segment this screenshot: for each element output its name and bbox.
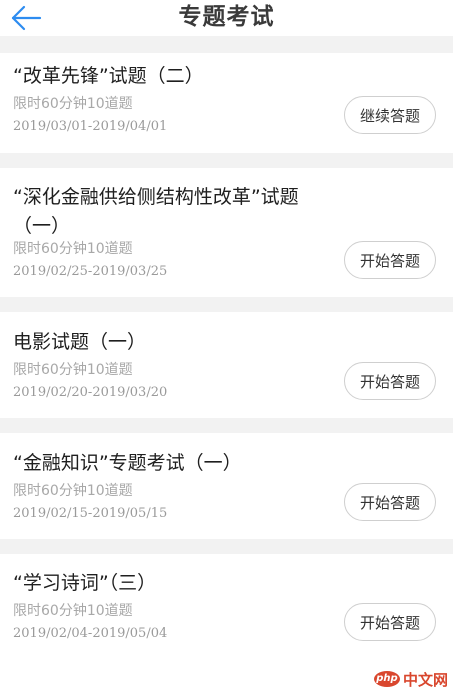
exam-card: “改革先锋”试题（二） 限时60分钟10道题 2019/03/01-2019/0… [0,53,453,153]
exam-title: “改革先锋”试题（二） [13,65,204,87]
exam-date-range: 2019/02/04-2019/05/04 [13,626,168,641]
exam-time-limit: 限时60分钟10道题 [13,483,133,499]
watermark-text: 中文网 [402,670,448,689]
exam-title: 电影试题（一） [13,331,147,353]
exam-title: “深化金融供给侧结构性改革”试题（一） [13,186,299,237]
continue-exam-button[interactable]: 继续答题 [344,96,436,134]
exam-title: “金融知识”专题考试（一） [13,452,242,474]
exam-date-range: 2019/03/01-2019/04/01 [13,119,168,134]
exam-time-limit: 限时60分钟10道题 [13,241,133,257]
exam-date-range: 2019/02/20-2019/03/20 [13,385,168,400]
exam-title: “学习诗词”（三） [13,572,157,594]
watermark: php 中文网 [373,668,448,690]
exam-card: “深化金融供给侧结构性改革”试题（一） 限时60分钟10道题 2019/02/2… [0,168,453,297]
exam-date-range: 2019/02/25-2019/03/25 [13,264,168,279]
page-title: 专题考试 [178,4,275,30]
exam-card: 电影试题（一） 限时60分钟10道题 2019/02/20-2019/03/20… [0,312,453,418]
app-screen: 专题考试 “改革先锋”试题（二） 限时60分钟10道题 2019/03/01-2… [0,0,453,692]
top-bar: 专题考试 [0,0,453,36]
exam-time-limit: 限时60分钟10道题 [13,362,133,378]
start-exam-button[interactable]: 开始答题 [344,241,436,279]
start-exam-button[interactable]: 开始答题 [344,362,436,400]
start-exam-button[interactable]: 开始答题 [344,603,436,641]
exam-time-limit: 限时60分钟10道题 [13,603,133,619]
exam-card: “金融知识”专题考试（一） 限时60分钟10道题 2019/02/15-2019… [0,433,453,539]
exam-card: “学习诗词”（三） 限时60分钟10道题 2019/02/04-2019/05/… [0,554,453,660]
start-exam-button[interactable]: 开始答题 [344,483,436,521]
exam-date-range: 2019/02/15-2019/05/15 [13,506,168,521]
exam-time-limit: 限时60分钟10道题 [13,96,133,112]
php-logo-icon: php [373,671,400,687]
